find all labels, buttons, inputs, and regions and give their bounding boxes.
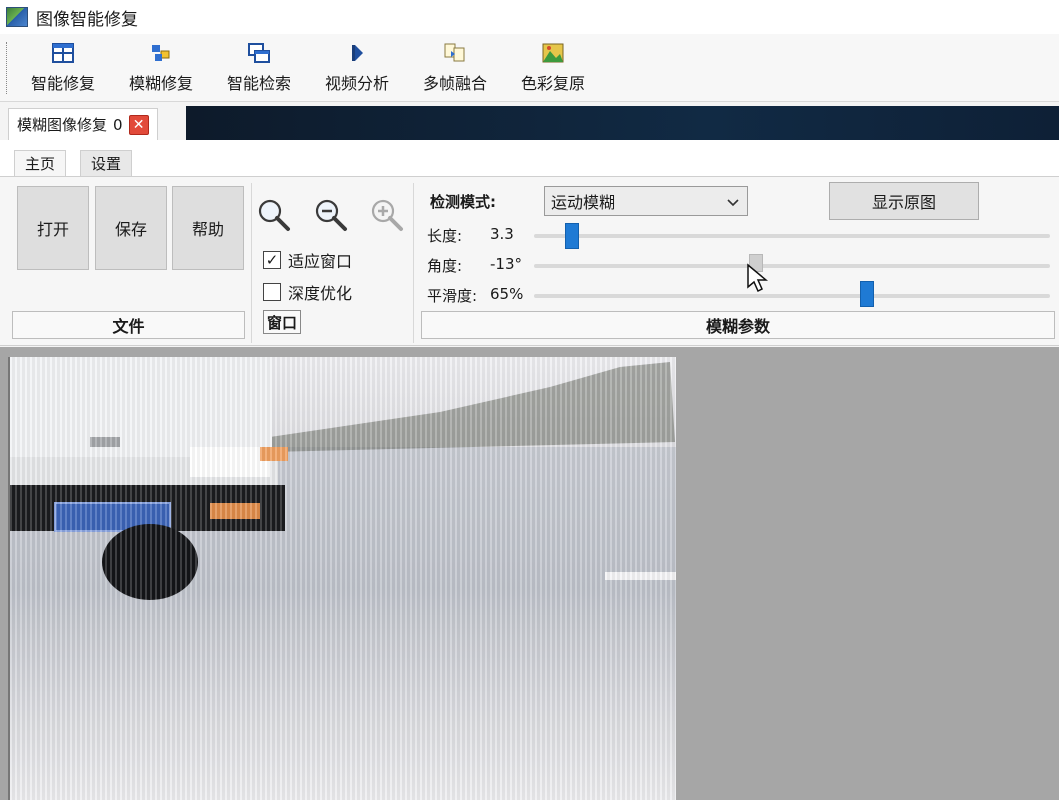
tab-settings[interactable]: 设置 <box>80 150 133 176</box>
document-tab-blur-repair[interactable]: 模糊图像修复 0 ✕ <box>8 108 158 140</box>
fit-window-checkbox-row[interactable]: ✓ 适应窗口 <box>263 248 352 272</box>
window-group-label: 窗口 <box>263 310 302 334</box>
smoothness-slider-thumb[interactable] <box>860 281 874 307</box>
window-title: 图像智能修复 <box>36 9 138 30</box>
multi-frame-fusion-label: 多帧融合 <box>422 74 487 93</box>
fit-window-label: 适应窗口 <box>288 252 353 271</box>
group-divider <box>413 183 414 343</box>
help-button[interactable]: 帮助 <box>172 186 244 270</box>
show-original-button[interactable]: 显示原图 <box>829 182 979 220</box>
detect-mode-label: 检测模式: <box>430 193 496 211</box>
main-toolbar: 智能修复 模糊修复 智能检索 视频分析 多帧融合 色彩复原 <box>0 34 1059 102</box>
blur-params-group-label: 模糊参数 <box>421 311 1055 339</box>
smoothness-label: 平滑度: <box>427 287 478 305</box>
blur-repair-button[interactable]: 模糊修复 <box>112 34 210 102</box>
fit-window-checkbox[interactable]: ✓ <box>263 251 281 269</box>
blocks-icon <box>149 42 173 64</box>
smoothness-slider-track[interactable] <box>534 294 1050 298</box>
smart-repair-button[interactable]: 智能修复 <box>14 34 112 102</box>
blurred-image <box>8 357 676 800</box>
search-icon[interactable] <box>256 197 292 233</box>
toolbar-grip[interactable] <box>6 42 9 94</box>
angle-slider-track[interactable] <box>534 264 1050 268</box>
video-analysis-label: 视频分析 <box>324 74 389 93</box>
app-logo-icon <box>6 7 28 27</box>
length-label: 长度: <box>427 227 463 245</box>
multi-frame-fusion-button[interactable]: 多帧融合 <box>406 34 504 102</box>
document-tab-count: 0 <box>113 115 123 134</box>
zoom-out-icon[interactable] <box>313 197 349 233</box>
length-value: 3.3 <box>490 225 514 243</box>
color-restore-button[interactable]: 色彩复原 <box>504 34 602 102</box>
deep-optimize-checkbox-row[interactable]: 深度优化 <box>263 280 352 304</box>
image-canvas[interactable] <box>0 347 1059 800</box>
save-button[interactable]: 保存 <box>95 186 167 270</box>
document-tab-label: 模糊图像修复 <box>17 116 108 134</box>
smoothness-value: 65% <box>490 285 524 303</box>
close-icon[interactable]: ✕ <box>128 114 149 135</box>
title-bar: 图像智能修复 <box>0 0 1059 34</box>
length-slider-track[interactable] <box>534 234 1050 238</box>
ribbon-panel: 打开 保存 帮助 文件 ✓ 适应窗口 深度优化 窗口 检测模式: 运动模糊 显示… <box>0 176 1059 346</box>
document-tab-strip: 模糊图像修复 0 ✕ <box>0 102 1059 140</box>
document-tab-strip-background <box>186 106 1059 140</box>
angle-value: -13° <box>490 255 522 273</box>
merge-pages-icon <box>443 42 467 64</box>
tab-home[interactable]: 主页 <box>14 150 67 176</box>
blur-repair-label: 模糊修复 <box>128 74 193 93</box>
zoom-in-icon[interactable] <box>369 197 405 233</box>
smart-repair-label: 智能修复 <box>30 74 95 93</box>
smart-search-label: 智能检索 <box>226 74 291 93</box>
play-icon <box>345 42 369 64</box>
open-button[interactable]: 打开 <box>17 186 89 270</box>
detect-mode-value: 运动模糊 <box>551 193 616 212</box>
angle-label: 角度: <box>427 257 463 275</box>
stacked-windows-icon <box>247 42 271 64</box>
color-image-icon <box>541 42 565 64</box>
video-analysis-button[interactable]: 视频分析 <box>308 34 406 102</box>
chevron-down-icon <box>727 192 739 211</box>
deep-optimize-label: 深度优化 <box>288 284 353 303</box>
deep-optimize-checkbox[interactable] <box>263 283 281 301</box>
group-divider <box>251 183 252 343</box>
detect-mode-select[interactable]: 运动模糊 <box>544 186 748 216</box>
grid-windows-icon <box>51 42 75 64</box>
color-restore-label: 色彩复原 <box>520 74 585 93</box>
blur-stripe-overlay <box>10 357 676 800</box>
file-group-label: 文件 <box>12 311 245 339</box>
smart-search-button[interactable]: 智能检索 <box>210 34 308 102</box>
mouse-cursor-icon <box>746 263 769 293</box>
length-slider-thumb[interactable] <box>565 223 579 249</box>
ribbon-tab-bar: 主页 设置 <box>0 140 1059 176</box>
